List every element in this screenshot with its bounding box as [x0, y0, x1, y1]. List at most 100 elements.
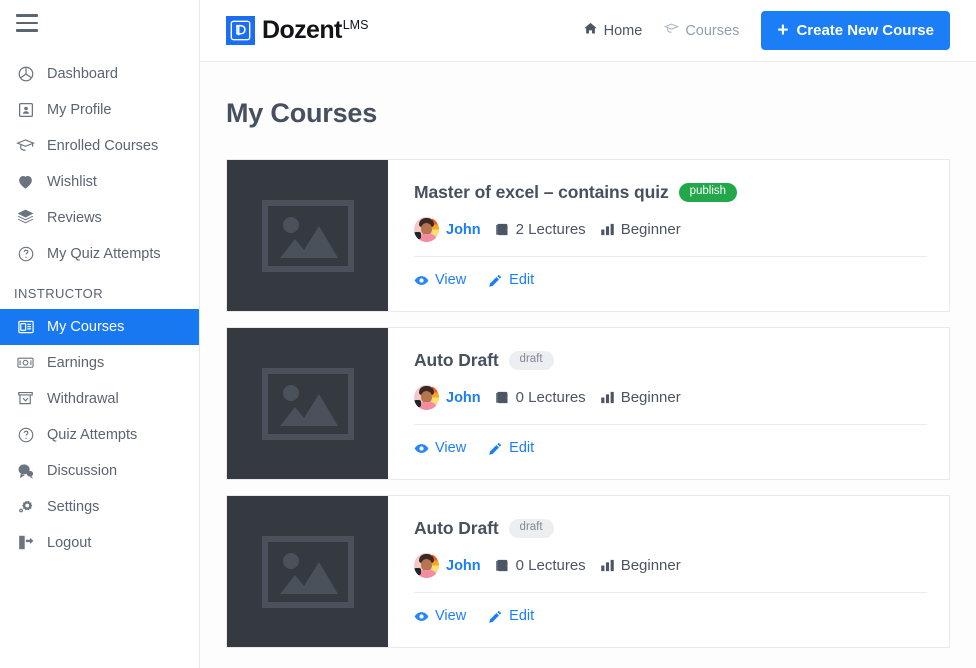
book-icon [495, 390, 510, 405]
graduation-cap-icon [16, 136, 35, 155]
bar-chart-icon [600, 222, 615, 237]
eye-icon [414, 273, 429, 288]
sidebar-item-label: My Quiz Attempts [47, 245, 161, 262]
sidebar-item-withdrawal[interactable]: Withdrawal [0, 381, 199, 417]
sidebar-item-label: Wishlist [47, 173, 97, 190]
course-card[interactable]: Auto Draft draft John 0 Lectures Beginne… [226, 327, 950, 480]
bar-chart-icon [600, 558, 615, 573]
sidebar-item-discussion[interactable]: Discussion [0, 453, 199, 489]
sidebar-item-label: Earnings [47, 354, 105, 371]
level-label: Beginner [620, 221, 681, 238]
sidebar-item-settings[interactable]: Settings [0, 489, 199, 525]
sidebar-item-earnings[interactable]: Earnings [0, 345, 199, 381]
level-label: Beginner [620, 557, 681, 574]
nav-link-courses[interactable]: Courses [664, 21, 739, 40]
sidebar-item-my-profile[interactable]: My Profile [0, 92, 199, 128]
sidebar-item-enrolled-courses[interactable]: Enrolled Courses [0, 128, 199, 164]
eye-icon [414, 441, 429, 456]
logo-superscript: LMS [342, 17, 369, 32]
nav-link-home[interactable]: Home [583, 21, 643, 40]
course-meta-row: John 0 Lectures Beginner [414, 553, 927, 578]
sidebar-item-label: My Courses [47, 318, 125, 335]
heart-icon [16, 172, 35, 191]
author-name: John [446, 221, 481, 238]
course-title-row: Auto Draft draft [414, 350, 927, 371]
content-area: My Courses Master of excel – contains qu… [200, 62, 976, 668]
avatar [414, 385, 439, 410]
page-title: My Courses [226, 98, 378, 128]
sidebar-item-wishlist[interactable]: Wishlist [0, 164, 199, 200]
sidebar-item-my-courses[interactable]: My Courses [0, 308, 199, 345]
layers-icon [16, 208, 35, 227]
course-card[interactable]: Auto Draft draft John 0 Lectures Beginne… [226, 495, 950, 648]
course-card-body: Auto Draft draft John 0 Lectures Beginne… [388, 328, 949, 479]
sidebar-item-logout[interactable]: Logout [0, 525, 199, 561]
logo-wordmark: DozentLMS [262, 18, 368, 43]
book-icon [495, 222, 510, 237]
level-label: Beginner [620, 389, 681, 406]
sidebar-nav-student: Dashboard My Profile Enrolled Courses Wi… [0, 56, 199, 272]
sidebar-item-reviews[interactable]: Reviews [0, 200, 199, 236]
top-navigation: Home Courses + Create New Course [583, 11, 950, 50]
course-title: Auto Draft [414, 350, 499, 370]
edit-label: Edit [509, 272, 535, 288]
view-label: View [435, 608, 467, 624]
avatar-corner [414, 568, 421, 575]
course-level: Beginner [600, 389, 681, 406]
view-course-link[interactable]: View [414, 272, 466, 288]
course-actions: View Edit [414, 272, 534, 288]
course-card[interactable]: Master of excel – contains quiz publish [226, 159, 950, 312]
sidebar-item-dashboard[interactable]: Dashboard [0, 56, 199, 92]
sidebar-item-quiz-attempts[interactable]: Quiz Attempts [0, 417, 199, 453]
sidebar-item-label: My Profile [47, 101, 112, 118]
sidebar: Dashboard My Profile Enrolled Courses Wi… [0, 0, 200, 668]
plus-icon: + [777, 20, 789, 41]
avatar-corner [414, 400, 421, 407]
image-placeholder-icon [261, 367, 354, 440]
lectures-label: 0 Lectures [515, 389, 586, 406]
course-title: Auto Draft [414, 518, 499, 538]
edit-course-link[interactable]: Edit [488, 272, 534, 288]
pencil-icon [488, 609, 503, 624]
avatar-corner [414, 232, 421, 239]
eye-icon [414, 609, 429, 624]
create-new-course-label: Create New Course [796, 22, 934, 39]
status-badge: publish [678, 183, 738, 202]
author-name: John [446, 557, 481, 574]
hamburger-icon[interactable] [16, 14, 38, 32]
profile-card-icon [16, 100, 35, 119]
course-level: Beginner [600, 557, 681, 574]
course-thumbnail[interactable] [227, 160, 388, 311]
question-circle-icon [16, 244, 35, 263]
courses-card-icon [16, 317, 35, 336]
main-area: DozentLMS Home Courses + Create New Cour… [200, 0, 976, 668]
view-course-link[interactable]: View [414, 608, 466, 624]
create-new-course-button[interactable]: + Create New Course [761, 11, 950, 50]
course-author[interactable]: John [414, 553, 481, 578]
status-badge: draft [508, 351, 554, 370]
top-header: DozentLMS Home Courses + Create New Cour… [200, 0, 976, 62]
course-thumbnail[interactable] [227, 328, 388, 479]
course-title-row: Master of excel – contains quiz publish [414, 182, 927, 203]
dashboard-icon [16, 64, 35, 83]
nav-link-label: Home [603, 22, 643, 39]
sidebar-item-my-quiz-attempts[interactable]: My Quiz Attempts [0, 236, 199, 272]
card-divider [414, 256, 927, 257]
course-thumbnail[interactable] [227, 496, 388, 647]
logout-icon [16, 533, 35, 552]
avatar [414, 553, 439, 578]
course-author[interactable]: John [414, 217, 481, 242]
hamburger-line [16, 14, 38, 17]
edit-course-link[interactable]: Edit [488, 608, 534, 624]
lectures-label: 2 Lectures [515, 221, 586, 238]
course-author[interactable]: John [414, 385, 481, 410]
hamburger-line [16, 29, 38, 32]
sidebar-nav-instructor: My Courses Earnings Withdrawal Quiz Atte… [0, 308, 199, 561]
logo-text: Dozent [262, 16, 342, 44]
sidebar-item-label: Reviews [47, 209, 102, 226]
view-course-link[interactable]: View [414, 440, 466, 456]
brand-logo[interactable]: DozentLMS [226, 16, 368, 45]
sidebar-item-label: Settings [47, 498, 100, 515]
edit-course-link[interactable]: Edit [488, 440, 534, 456]
pencil-icon [488, 441, 503, 456]
